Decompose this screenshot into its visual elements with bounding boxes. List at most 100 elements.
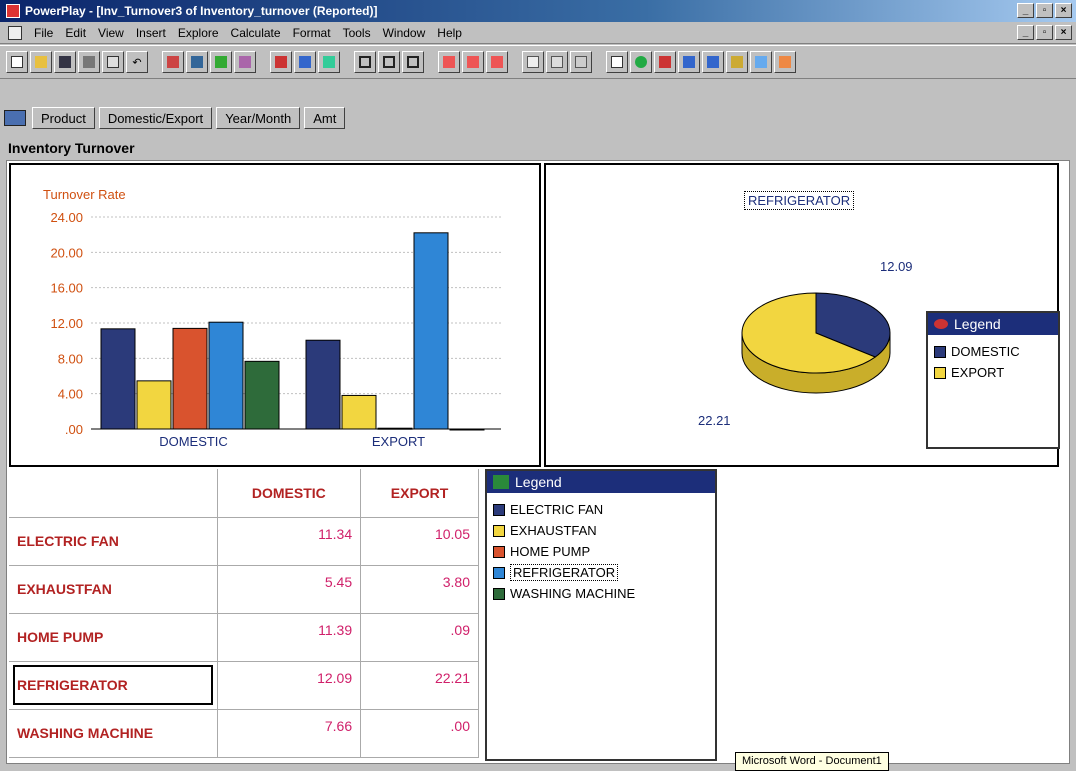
menu-tools[interactable]: Tools [337,26,377,40]
print-icon[interactable] [78,51,100,73]
print-preview-icon[interactable] [102,51,124,73]
close-button[interactable]: × [1055,3,1072,18]
legend-item[interactable]: WASHING MACHINE [493,583,709,604]
powerplay-app-icon[interactable] [6,4,20,18]
table-cell[interactable]: .00 [360,709,479,758]
dimension-product[interactable]: Product [32,107,95,129]
minimize-button[interactable]: _ [1017,3,1034,18]
table-cell[interactable]: .09 [360,613,479,662]
dimension-viewer-icon[interactable] [4,110,26,126]
pie-legend-item[interactable]: DOMESTIC [934,341,1052,362]
doc-minimize-button[interactable]: _ [1017,25,1034,40]
table-cell[interactable]: 22.21 [360,661,479,710]
pie-legend-item[interactable]: EXPORT [934,362,1052,383]
bar-washing-machine-export[interactable] [449,428,485,431]
menu-edit[interactable]: Edit [59,26,92,40]
row-header[interactable]: EXHAUSTFAN [9,565,218,614]
rank-icon[interactable] [294,51,316,73]
bar-electric-fan-export[interactable] [305,339,341,430]
pie-chart-pane[interactable]: REFRIGERATOR 12.09 22.21 Legend DOMESTIC… [544,163,1060,467]
restore-button[interactable]: ▫ [1036,3,1053,18]
grid-format-icon[interactable] [546,51,568,73]
legend-item[interactable]: HOME PUMP [493,541,709,562]
doc-restore-button[interactable]: ▫ [1036,25,1053,40]
window-title: PowerPlay - [Inv_Turnover3 of Inventory_… [25,4,378,18]
explain-icon[interactable] [162,51,184,73]
table-row: WASHING MACHINE 7.66 .00 [9,709,479,758]
bar-refrigerator-domestic[interactable] [208,321,244,430]
bar-exhaustfan-domestic[interactable] [136,380,172,430]
save-icon[interactable] [54,51,76,73]
legend-item[interactable]: EXHAUSTFAN [493,520,709,541]
dimension-line: Product Domestic/Export Year/Month Amt [0,104,1076,132]
y-tick-label: 4.00 [58,387,83,402]
bar-exhaustfan-export[interactable] [341,394,377,430]
bar-refrigerator-export[interactable] [413,232,449,430]
table-cell[interactable]: 3.80 [360,565,479,614]
table-icon[interactable] [570,51,592,73]
nest-icon[interactable] [210,51,232,73]
drill-icon[interactable] [186,51,208,73]
legend-item[interactable]: ELECTRIC FAN [493,499,709,520]
split-icon[interactable] [402,51,424,73]
menu-format[interactable]: Format [287,26,337,40]
dimension-domestic-export[interactable]: Domestic/Export [98,107,213,129]
row-header[interactable]: WASHING MACHINE [9,709,218,758]
bar-legend[interactable]: Legend ELECTRIC FAN EXHAUSTFAN HOME PUMP… [485,469,717,761]
crosstab-icon[interactable] [354,51,376,73]
legend-item-selected[interactable]: REFRIGERATOR [493,562,709,583]
bar-home-pump-export[interactable] [377,427,413,430]
menu-calculate[interactable]: Calculate [225,26,287,40]
stacked-bar-icon[interactable] [726,51,748,73]
pie-legend[interactable]: Legend DOMESTIC EXPORT [926,311,1060,449]
table-cell[interactable]: 11.34 [217,517,362,566]
row-suppress-icon[interactable] [462,51,484,73]
menu-file[interactable]: File [28,26,59,40]
row-header[interactable]: ELECTRIC FAN [9,517,218,566]
row-header-selected[interactable]: REFRIGERATOR [9,661,218,710]
3d-bar-icon[interactable] [654,51,676,73]
indented-icon[interactable] [378,51,400,73]
x-category-label[interactable]: DOMESTIC [159,434,228,449]
table-cell[interactable]: 10.05 [360,517,479,566]
bar-washing-machine-domestic[interactable] [244,360,280,430]
y-tick-label: 20.00 [50,245,83,260]
doc-close-button[interactable]: × [1055,25,1072,40]
pie-chart-icon[interactable] [630,51,652,73]
table-cell[interactable]: 11.39 [217,613,362,662]
pie-value-domestic: 12.09 [880,259,913,274]
menu-window[interactable]: Window [377,26,432,40]
bar-chart-pane[interactable]: Turnover Rate 24.00 20.00 16.00 12.00 8.00 4.… [9,163,541,467]
dimension-year-month[interactable]: Year/Month [216,107,301,129]
x-category-label[interactable]: EXPORT [372,434,425,449]
line-chart-icon[interactable] [750,51,772,73]
menu-help[interactable]: Help [431,26,468,40]
swap-icon[interactable] [234,51,256,73]
col-suppress-icon[interactable] [486,51,508,73]
bar-electric-fan-domestic[interactable] [100,328,136,430]
column-header-export[interactable]: EXPORT [360,469,479,518]
table-cell[interactable]: 5.45 [217,565,362,614]
new-icon[interactable] [6,51,28,73]
clustered-bar-icon[interactable] [678,51,700,73]
undo-icon[interactable]: ↶ [126,51,148,73]
row-header[interactable]: HOME PUMP [9,613,218,662]
menu-explore[interactable]: Explore [172,26,225,40]
exception-icon[interactable] [318,51,340,73]
display-icon[interactable] [606,51,628,73]
simple-bar-icon[interactable] [702,51,724,73]
zero-suppress-icon[interactable] [438,51,460,73]
menu-view[interactable]: View [92,26,130,40]
table-cell[interactable]: 12.09 [217,661,362,710]
column-header-domestic[interactable]: DOMESTIC [217,469,362,518]
dimension-amt[interactable]: Amt [304,107,346,129]
open-icon[interactable] [30,51,52,73]
document-icon[interactable] [8,25,22,40]
menu-insert[interactable]: Insert [130,26,172,40]
sort-icon[interactable] [270,51,292,73]
grid-view-icon[interactable] [522,51,544,73]
bar-home-pump-domestic[interactable] [172,327,208,430]
legend-label: EXHAUSTFAN [510,523,597,538]
table-cell[interactable]: 7.66 [217,709,362,758]
area-chart-icon[interactable] [774,51,796,73]
